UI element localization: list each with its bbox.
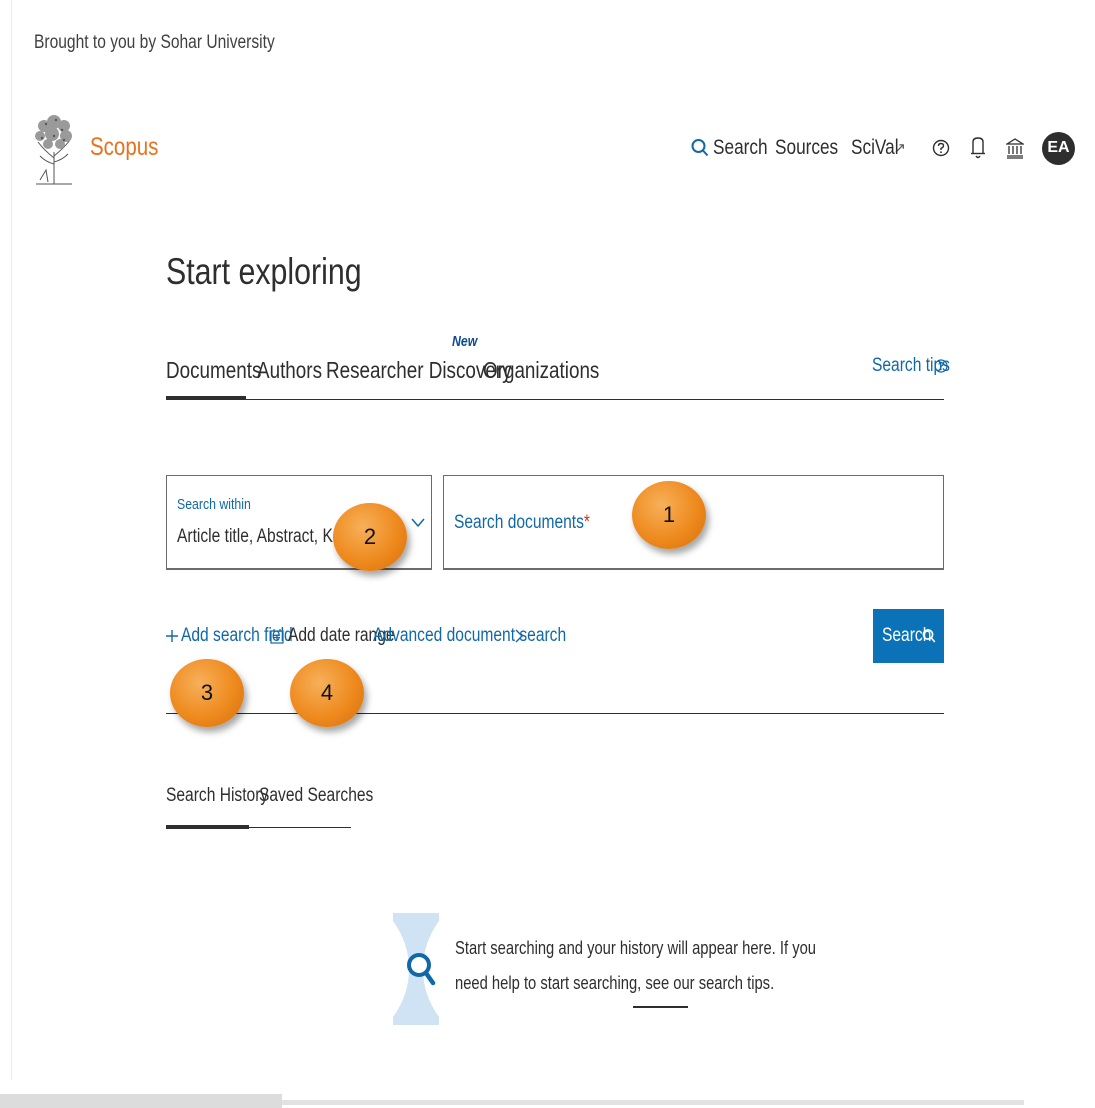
active-history-tab-indicator <box>166 825 249 829</box>
institution-banner: Brought to you by Sohar University <box>34 32 275 53</box>
scopus-brand[interactable]: Scopus <box>90 133 173 162</box>
nav-scival-link[interactable]: SciVal ↗ <box>851 136 906 160</box>
add-search-field-button[interactable]: Add search field <box>166 625 293 647</box>
browser-status-bar <box>0 1094 282 1108</box>
advanced-document-search-link[interactable]: Advanced document search <box>373 625 566 647</box>
required-mark: * <box>583 512 590 533</box>
search-documents-placeholder: Search documents* <box>454 512 590 533</box>
callout-marker-4: 4 <box>290 659 364 727</box>
search-icon <box>691 139 709 157</box>
empty-history-illustration-icon <box>393 913 439 1025</box>
bell-icon <box>971 137 985 159</box>
help-icon <box>932 139 950 157</box>
institution-icon <box>1006 138 1024 159</box>
search-tips-inline-link[interactable]: search tips <box>699 973 770 993</box>
top-nav: Search Sources SciVal ↗ EA <box>691 118 1075 178</box>
new-badge: New <box>452 333 478 350</box>
add-date-range-button[interactable]: Add date range <box>270 625 395 647</box>
institution-button[interactable] <box>1006 137 1024 159</box>
help-button[interactable] <box>932 139 950 157</box>
callout-marker-2: 2 <box>333 503 407 571</box>
callout-marker-1: 1 <box>632 481 706 549</box>
notifications-button[interactable] <box>970 136 986 160</box>
tabs-divider <box>166 399 944 400</box>
nav-sources-link[interactable]: Sources <box>775 136 849 160</box>
active-tab-indicator <box>166 396 246 400</box>
tab-saved-searches[interactable]: Saved Searches <box>259 785 398 807</box>
horizontal-scrollbar[interactable] <box>282 1100 1024 1105</box>
plus-icon <box>166 630 178 642</box>
search-tips-link-underline <box>633 1006 688 1008</box>
chevron-down-icon <box>411 518 425 528</box>
page-edge <box>11 0 12 1080</box>
tab-organizations[interactable]: Organizations <box>483 357 625 384</box>
search-button[interactable]: Search <box>873 609 944 663</box>
calendar-icon <box>270 629 284 644</box>
empty-history-message: Start searching and your history will ap… <box>455 938 816 958</box>
search-within-label: Search within <box>177 496 251 513</box>
elsevier-logo-icon <box>30 112 78 188</box>
search-tips-link[interactable]: Search tips <box>872 355 950 377</box>
empty-history-help: need help to start searching, see our se… <box>455 973 775 993</box>
user-avatar[interactable]: EA <box>1042 131 1075 165</box>
form-divider <box>166 713 944 714</box>
nav-search-link[interactable]: Search <box>691 136 777 160</box>
page-title: Start exploring <box>166 251 362 292</box>
tab-authors[interactable]: Authors <box>257 357 336 384</box>
callout-marker-3: 3 <box>170 659 244 727</box>
